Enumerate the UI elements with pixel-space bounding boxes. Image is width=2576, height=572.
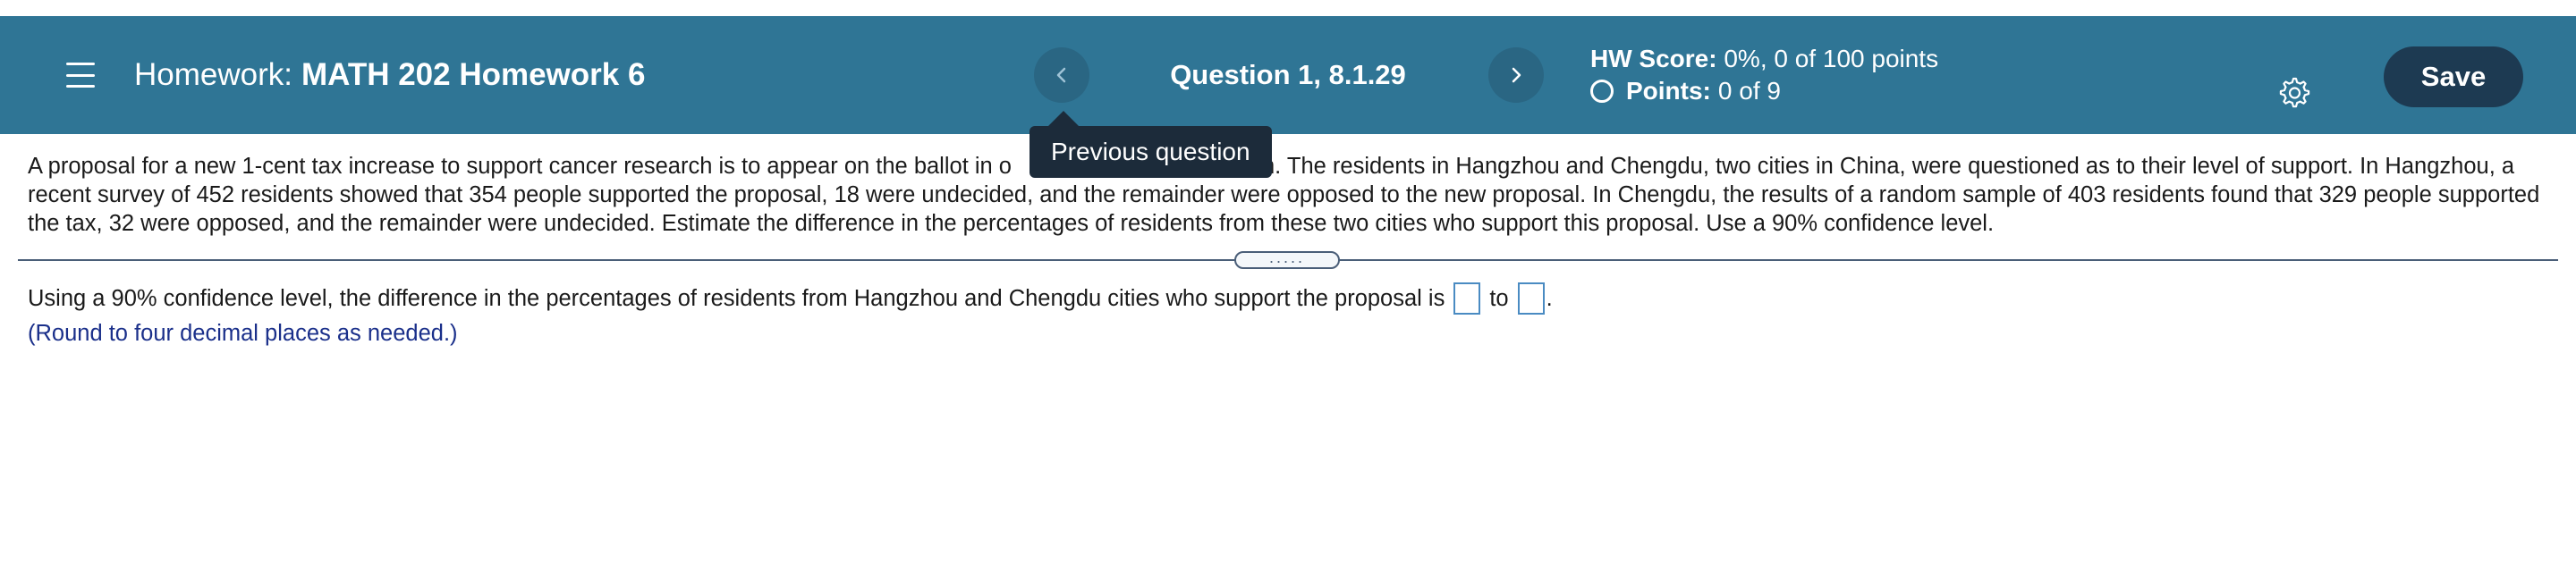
- hw-score: HW Score: 0%, 0 of 100 points: [1590, 43, 1938, 75]
- score-block: HW Score: 0%, 0 of 100 points Points: 0 …: [1590, 43, 1938, 107]
- rounding-hint: (Round to four decimal places as needed.…: [28, 321, 458, 346]
- answer-end-punct: .: [1546, 286, 1553, 311]
- answer-line: Using a 90% confidence level, the differ…: [28, 281, 1553, 316]
- answer-prompt: Using a 90% confidence level, the differ…: [28, 286, 1445, 311]
- tooltip-arrow: [1048, 111, 1079, 126]
- menu-icon[interactable]: [66, 63, 95, 88]
- homework-title-prefix: Homework:: [134, 57, 292, 92]
- chevron-left-icon: [1056, 67, 1066, 83]
- lower-bound-input[interactable]: [1453, 282, 1481, 315]
- next-question-button[interactable]: [1488, 47, 1544, 103]
- previous-question-button[interactable]: [1034, 47, 1089, 103]
- gear-icon[interactable]: [2275, 75, 2311, 111]
- homework-title: Homework: MATH 202 Homework 6: [134, 57, 645, 93]
- problem-text-part1: A proposal for a new 1-cent tax increase…: [28, 154, 1012, 179]
- problem-statement: A proposal for a new 1-cent tax increase…: [28, 152, 2546, 238]
- points-label: Points:: [1626, 77, 1711, 105]
- header-bar: Homework: MATH 202 Homework 6 Question 1,…: [0, 16, 2576, 134]
- upper-bound-input[interactable]: [1517, 282, 1545, 315]
- top-strip: [0, 0, 2576, 16]
- pane-divider-handle[interactable]: .....: [1234, 249, 1340, 269]
- points-value: 0 of 9: [1717, 77, 1781, 105]
- question-label: Question 1, 8.1.29: [1170, 59, 1406, 90]
- points-row: Points: 0 of 9: [1590, 75, 1938, 107]
- homework-title-name: MATH 202 Homework 6: [301, 57, 646, 92]
- save-button[interactable]: Save: [2384, 46, 2523, 107]
- hw-score-value: 0%, 0 of 100 points: [1724, 45, 1939, 72]
- hw-score-label: HW Score:: [1590, 45, 1717, 72]
- previous-question-tooltip: Previous question: [1030, 126, 1272, 178]
- chevron-right-icon: [1512, 67, 1521, 83]
- answer-connector: to: [1489, 286, 1509, 311]
- circle-icon: [1590, 80, 1614, 103]
